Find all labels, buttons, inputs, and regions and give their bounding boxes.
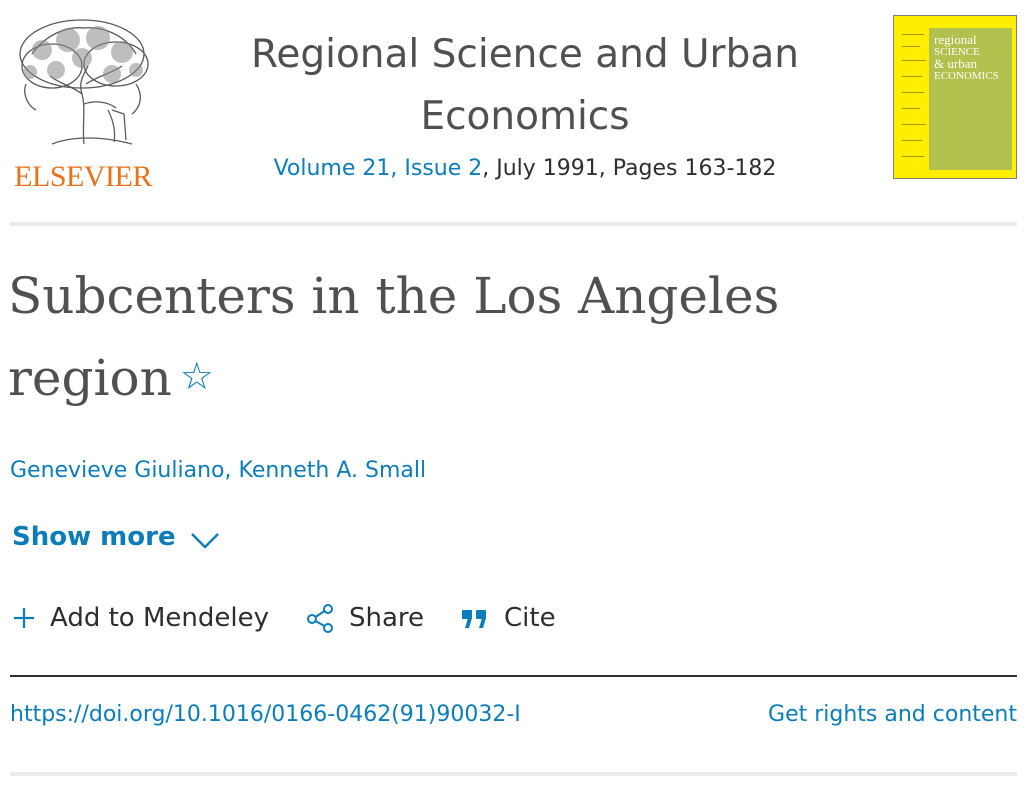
journal-cover-image[interactable]: regional SCIENCE & urban ECONOMICS [893,15,1017,179]
author-link[interactable]: Genevieve Giuliano [10,458,225,483]
cover-text: ECONOMICS [934,70,999,82]
chevron-down-icon [190,533,219,549]
share-icon [306,604,333,633]
elsevier-tree-icon [19,19,149,145]
article-title: Subcenters in the Los Angeles region ☆ [8,256,828,418]
cover-title: regional SCIENCE & urban ECONOMICS [934,32,1012,82]
cover-decoration [902,46,920,47]
author-list: Genevieve Giuliano, Kenneth A. Small [10,456,426,486]
cover-text: & urban [934,56,977,71]
elsevier-logo[interactable]: ELSEVIER [10,14,156,193]
elsevier-wordmark: ELSEVIER [14,160,152,193]
issue-details: , July 1991, Pages 163-182 [482,156,777,181]
cover-text: regional [934,32,977,47]
header-divider [10,222,1017,226]
cover-decoration [902,34,924,35]
get-rights-link[interactable]: Get rights and content [768,700,1017,730]
share-button[interactable]: Share [305,598,424,638]
share-label: Share [348,603,425,633]
article-title-line-1: Subcenters in the Los Angeles [8,267,780,325]
cover-decoration [902,92,924,93]
mendeley-label: Add to Mendeley [50,603,269,633]
journal-title[interactable]: Regional Science and Urban Economics [230,24,820,148]
actions-divider [10,675,1017,677]
plus-icon [14,608,34,628]
cover-decoration [902,140,922,141]
journal-title-line-1: Regional Science and Urban [251,32,799,77]
quote-icon [462,610,487,628]
author-separator: , [224,458,239,483]
doi-link[interactable]: https://doi.org/10.1016/0166-0462(91)900… [10,700,521,730]
star-icon[interactable]: ☆ [180,354,214,398]
journal-title-line-2: Economics [420,94,630,139]
issue-link[interactable]: Volume 21, Issue 2 [274,156,483,181]
article-actions: Add to Mendeley Share Cite [12,596,592,640]
footer-divider [10,772,1017,776]
cover-decoration [902,124,926,125]
cover-decoration [902,60,926,61]
issue-info: Volume 21, Issue 2, July 1991, Pages 163… [230,154,820,184]
author-link[interactable]: Kenneth A. Small [239,458,427,483]
cite-label: Cite [504,603,556,633]
cite-button[interactable]: Cite [460,598,556,638]
cover-decoration [902,156,924,157]
article-title-line-2: region [8,349,172,407]
show-more-button[interactable]: Show more [12,520,220,554]
cover-decoration [902,76,922,77]
add-to-mendeley-button[interactable]: Add to Mendeley [12,598,269,638]
cover-decoration [902,108,920,109]
show-more-label: Show more [12,522,176,552]
